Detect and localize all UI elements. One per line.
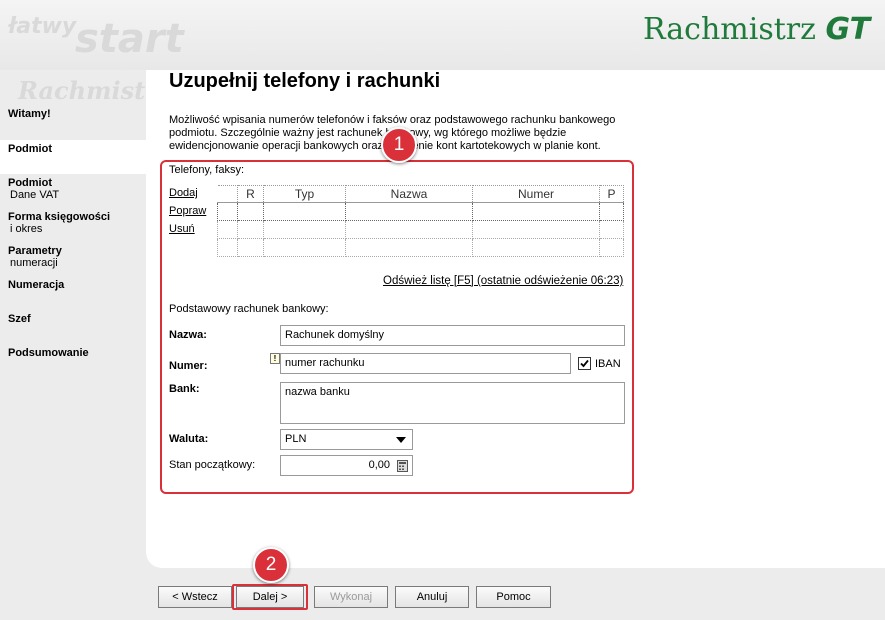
app-logo: Rachmistrz GT (643, 12, 870, 47)
watermark-line1: łatwy (8, 14, 77, 39)
sidebar-item-title: Podmiot (8, 177, 52, 189)
sidebar-item-sub: i okres (10, 223, 43, 235)
highlight-box-next (232, 584, 308, 610)
watermark-line2: start (75, 16, 184, 62)
sidebar-item-title: Podsumowanie (8, 347, 89, 359)
sidebar-item-title: Podmiot (8, 143, 52, 155)
step-badge-1: 1 (381, 127, 417, 163)
sidebar-item-witamy[interactable]: Witamy! (0, 108, 146, 120)
cancel-button[interactable]: Anuluj (395, 586, 469, 608)
logo-suffix: GT (825, 12, 871, 47)
sidebar-item-sub: numeracji (10, 257, 58, 269)
sidebar-item-forma[interactable]: Forma księgowości i okres (0, 211, 146, 235)
sidebar-item-title: Forma księgowości (8, 211, 111, 223)
highlight-box-form (160, 160, 634, 494)
execute-button: Wykonaj (314, 586, 388, 608)
page-title: Uzupełnij telefony i rachunki (169, 70, 441, 92)
sidebar-item-title: Parametry (8, 245, 62, 257)
help-button[interactable]: Pomoc (476, 586, 551, 608)
step-badge-2: 2 (253, 547, 289, 583)
logo-brand: Rachmistrz (643, 12, 816, 47)
sidebar-item-podmiot[interactable]: Podmiot (0, 140, 146, 174)
sidebar-item-szef[interactable]: Szef (0, 313, 146, 325)
sidebar-item-title: Witamy! (8, 108, 51, 120)
sidebar-item-sub: Dane VAT (10, 189, 60, 201)
sidebar-item-podsumowanie[interactable]: Podsumowanie (0, 347, 146, 359)
sidebar-item-numeracja[interactable]: Numeracja (0, 279, 146, 291)
sidebar-item-title: Szef (8, 313, 31, 325)
sidebar-item-parametry[interactable]: Parametry numeracji (0, 245, 146, 269)
sidebar-item-title: Numeracja (8, 279, 65, 291)
sidebar-item-podmiot-vat[interactable]: Podmiot Dane VAT (0, 177, 146, 201)
back-button[interactable]: < Wstecz (158, 586, 232, 608)
